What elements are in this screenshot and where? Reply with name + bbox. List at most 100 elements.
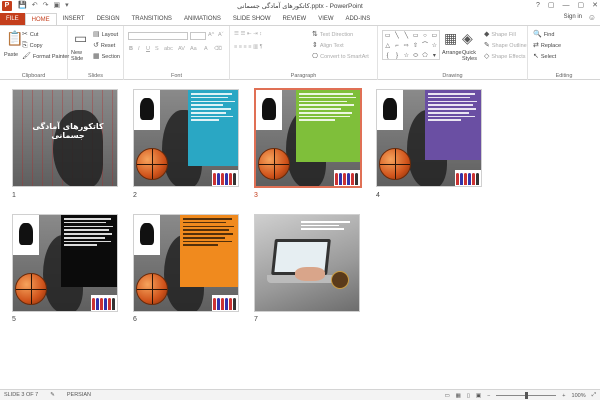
slide-thumbnail-4[interactable] — [376, 89, 482, 187]
shape-icon[interactable]: ▭ — [430, 31, 439, 41]
zoom-in-icon[interactable]: + — [562, 393, 565, 399]
tab-review[interactable]: REVIEW — [277, 13, 313, 25]
shape-icon[interactable]: ⌐ — [392, 41, 401, 51]
customize-qat-icon[interactable]: ▾ — [65, 1, 69, 11]
zoom-out-icon[interactable]: − — [487, 393, 490, 399]
tab-add-ins[interactable]: ADD-INS — [340, 13, 377, 25]
shape-icon[interactable]: ⇧ — [411, 41, 420, 51]
reset-button[interactable]: ↺ Reset — [93, 42, 115, 49]
section-button[interactable]: ▦ Section — [93, 53, 120, 60]
shape-icon[interactable]: ⬭ — [411, 51, 420, 61]
quick-styles-button[interactable]: Quick Styles — [462, 50, 482, 62]
shrink-font-icon[interactable]: Aˇ — [218, 32, 224, 38]
arrange-button[interactable]: Arrange — [442, 50, 462, 56]
cut-button[interactable]: ✂ Cut — [22, 31, 38, 38]
quick-styles-icon[interactable]: ◈ — [462, 30, 473, 47]
font-name-box[interactable] — [128, 32, 188, 40]
paragraph-group-label: Paragraph — [290, 73, 317, 79]
minimize-icon[interactable]: — — [563, 0, 570, 12]
redo-icon[interactable]: ↷ — [43, 1, 49, 11]
grow-font-icon[interactable]: A^ — [208, 32, 214, 38]
zoom-level[interactable]: 100% — [572, 393, 586, 399]
shape-outline-button[interactable]: ✎ Shape Outline — [484, 42, 527, 49]
slide-thumbnail-1[interactable]: کاتکورهای آمادگی جسمانی — [12, 89, 118, 187]
scissors-icon: ✂ — [22, 31, 28, 38]
normal-view-icon[interactable]: ▭ — [444, 393, 449, 399]
strikethrough-icon[interactable]: abc — [164, 46, 173, 52]
new-slide-button[interactable]: New Slide — [71, 50, 93, 62]
tab-view[interactable]: VIEW — [312, 13, 339, 25]
tab-slide-show[interactable]: SLIDE SHOW — [227, 13, 277, 25]
change-case-icon[interactable]: Aa — [190, 46, 197, 52]
shape-icon[interactable]: ╲ — [392, 31, 401, 41]
underline-icon[interactable]: U — [146, 46, 150, 52]
zoom-slider[interactable] — [496, 392, 557, 399]
ribbon-display-icon[interactable]: ▢ — [548, 0, 555, 12]
help-icon[interactable]: ? — [536, 0, 540, 12]
maximize-icon[interactable]: ▢ — [578, 0, 585, 12]
select-button[interactable]: ↖ Select — [533, 53, 556, 60]
shape-icon[interactable]: ○ — [420, 31, 429, 41]
tab-transitions[interactable]: TRANSITIONS — [126, 13, 178, 25]
user-icon[interactable]: ☺ — [588, 13, 596, 22]
replace-button[interactable]: ⇄ Replace — [533, 42, 561, 49]
shape-icon[interactable]: ☆ — [402, 51, 411, 61]
slide-thumbnail-6[interactable] — [133, 214, 239, 312]
tab-file[interactable]: FILE — [0, 13, 25, 25]
shape-icon[interactable]: { — [383, 51, 392, 61]
shape-icon[interactable]: ▾ — [430, 51, 439, 61]
tab-insert[interactable]: INSERT — [57, 13, 91, 25]
layout-button[interactable]: ▤ Layout — [93, 31, 118, 38]
shape-icon[interactable]: ▭ — [411, 31, 420, 41]
text-direction-button[interactable]: ⇅ Text Direction — [312, 31, 353, 38]
find-button[interactable]: 🔍 Find — [533, 31, 554, 38]
shape-icon[interactable]: } — [392, 51, 401, 61]
align-text-button[interactable]: ⇕ Align Text — [312, 42, 344, 49]
font-size-box[interactable] — [190, 32, 206, 40]
shape-icon[interactable]: ⬠ — [420, 51, 429, 61]
shape-icon[interactable]: ☆ — [430, 41, 439, 51]
sign-in-link[interactable]: Sign in — [564, 14, 582, 20]
tab-animations[interactable]: ANIMATIONS — [178, 13, 227, 25]
slide-thumbnail-2[interactable] — [133, 89, 239, 187]
bold-icon[interactable]: B — [129, 46, 133, 52]
copy-button[interactable]: ⎘ Copy — [22, 42, 42, 49]
slide-thumbnail-3[interactable] — [254, 88, 362, 188]
close-icon[interactable]: ✕ — [592, 0, 598, 12]
format-painter-button[interactable]: 🖌 Format Painter — [22, 53, 69, 60]
spellcheck-icon[interactable]: ✎ — [50, 392, 55, 398]
new-slide-icon[interactable]: ▭ — [74, 30, 87, 47]
clear-formatting-icon[interactable]: ⌫ — [214, 46, 222, 52]
slide-thumbnail-7[interactable] — [254, 214, 360, 312]
shape-icon[interactable]: ▭ — [383, 31, 392, 41]
align-icons[interactable]: ≡ ≡ ≡ ≡ ▥ ¶ — [234, 44, 263, 50]
present-icon[interactable]: ▣ — [53, 1, 60, 11]
undo-icon[interactable]: ↶ — [32, 1, 38, 11]
convert-smartart-button[interactable]: ⎔ Convert to SmartArt — [312, 53, 369, 60]
paste-button[interactable]: Paste — [4, 52, 18, 58]
char-spacing-icon[interactable]: AV — [178, 46, 185, 52]
shape-icon[interactable]: ⌒ — [420, 41, 429, 51]
tab-home[interactable]: HOME — [24, 13, 57, 25]
slide-sorter-view-icon[interactable]: ▦ — [456, 393, 461, 399]
fit-to-window-icon[interactable]: ⤢ — [592, 392, 596, 399]
shape-fill-button[interactable]: ◆ Shape Fill — [484, 31, 516, 38]
language-indicator[interactable]: PERSIAN — [67, 392, 91, 398]
shadow-icon[interactable]: S — [155, 46, 159, 52]
tab-design[interactable]: DESIGN — [91, 13, 126, 25]
reading-view-icon[interactable]: ▯ — [467, 393, 470, 399]
shape-icon[interactable]: ╲ — [402, 31, 411, 41]
shape-icon[interactable]: △ — [383, 41, 392, 51]
slideshow-view-icon[interactable]: ▣ — [476, 393, 481, 399]
zoom-slider-thumb[interactable] — [524, 392, 528, 399]
shapes-gallery[interactable]: ▭ ╲ ╲ ▭ ○ ▭ △ ⌐ ⇨ ⇧ ⌒ ☆ {} ☆ ⬭ ⬠ ▾ — [382, 30, 440, 60]
italic-icon[interactable]: I — [138, 46, 140, 52]
paste-icon[interactable]: 📋 — [6, 30, 23, 47]
slide-thumbnail-5[interactable] — [12, 214, 118, 312]
bullets-icon[interactable]: ☰ ☰ ⇤ ⇥ ↕ — [234, 31, 262, 37]
arrange-icon[interactable]: ▦ — [444, 30, 457, 47]
shape-effects-button[interactable]: ◇ Shape Effects — [484, 53, 526, 60]
shape-icon[interactable]: ⇨ — [402, 41, 411, 51]
font-color-icon[interactable]: A — [204, 46, 208, 52]
save-icon[interactable]: 💾 — [18, 1, 27, 11]
